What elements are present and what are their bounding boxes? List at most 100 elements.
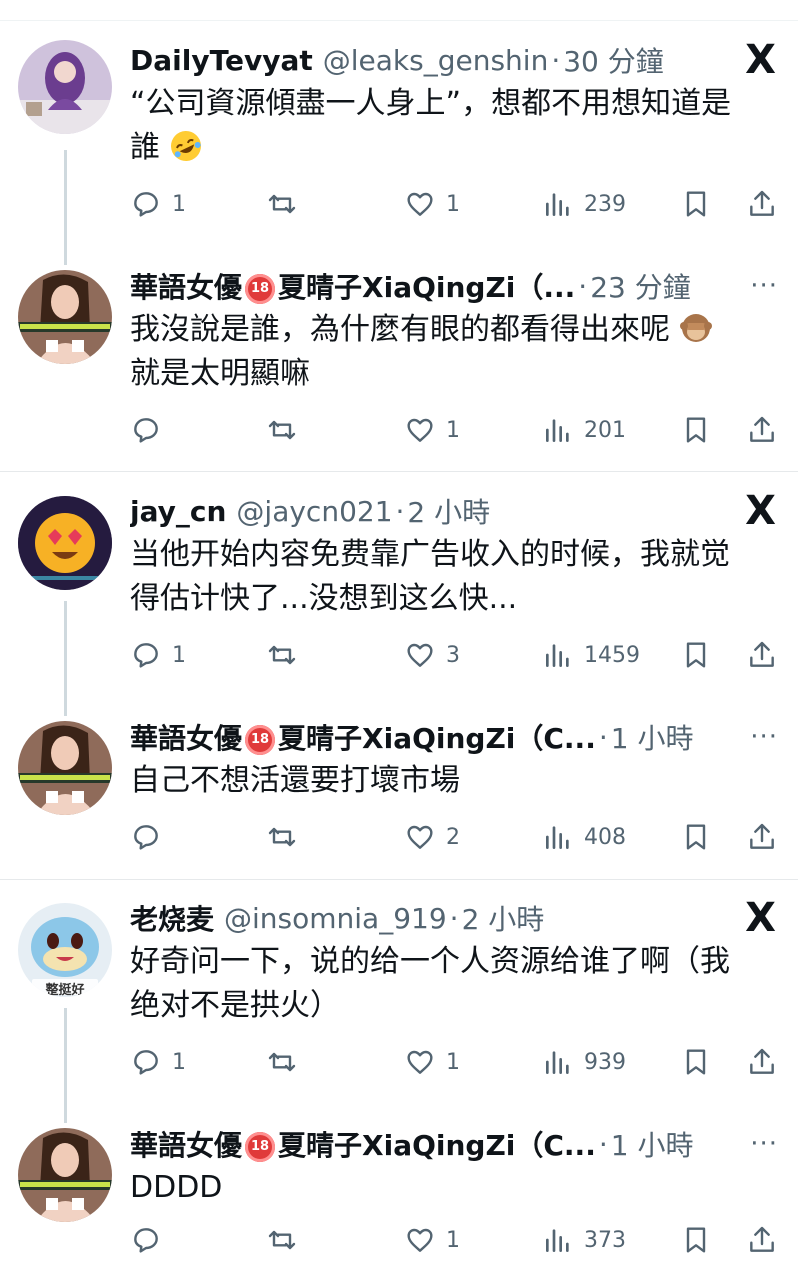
separator-dot: · [598,720,608,754]
reply-button[interactable] [130,1220,172,1260]
views-count: 1459 [584,642,640,668]
bookmark-button[interactable] [680,635,712,675]
repost-button[interactable] [266,635,308,675]
repost-icon [268,645,296,665]
timestamp[interactable]: 1 小時 [611,717,694,757]
views-icon [546,826,569,849]
x-logo-icon[interactable]: X [745,898,776,938]
top-divider [0,20,798,21]
avatar[interactable] [18,1128,112,1222]
views-button[interactable]: 239 [542,184,626,224]
like-button[interactable]: 3 [404,635,460,675]
share-button[interactable] [746,817,778,857]
separator-dot: · [598,1127,608,1161]
reply-button[interactable] [130,410,172,450]
x-logo-icon[interactable]: X [745,491,776,531]
repost-button[interactable] [266,1220,308,1260]
display-name[interactable]: 華語女優 18 夏晴子XiaQingZi（... [130,266,575,306]
display-name[interactable]: jay_cn [130,495,226,528]
avatar[interactable] [18,496,112,590]
avatar[interactable]: 整挺好 [18,903,112,997]
handle[interactable]: @leaks_genshin [323,44,549,77]
reply-button[interactable]: 1 [130,1042,186,1082]
reply-icon [134,1050,158,1075]
like-button[interactable]: 1 [404,410,460,450]
repost-button[interactable] [266,1042,308,1082]
share-icon [750,416,774,442]
thread-line [64,1008,67,1123]
reply-icon [134,825,158,850]
timestamp[interactable]: 2 小時 [407,491,490,531]
tweet-text-line-2: 就是太明顯嘛 [130,356,310,391]
reply-button[interactable]: 1 [130,184,186,224]
like-button[interactable]: 1 [404,184,460,224]
views-button[interactable]: 408 [542,817,626,857]
repost-button[interactable] [266,817,308,857]
repost-button[interactable] [266,184,308,224]
views-button[interactable]: 201 [542,410,626,450]
repost-button[interactable] [266,410,308,450]
tweet-text-line-1: “公司資源傾盡一人身上”，想都不用想知道是 [130,86,732,121]
timestamp[interactable]: 30 分鐘 [563,40,664,80]
tweet-text-line-1: 自己不想活還要打壞市場 [130,763,460,798]
views-count: 939 [584,1049,626,1075]
share-icon [750,641,774,667]
more-icon[interactable]: ··· [750,1124,778,1164]
tweet-text: 我沒說是誰，為什麼有眼的都看得出來呢 就是太明顯嘛 [130,308,768,396]
bookmark-button[interactable] [680,184,712,224]
timestamp[interactable]: 1 小時 [611,1124,694,1164]
share-icon [750,1226,774,1252]
timestamp[interactable]: 2 小時 [462,898,545,938]
reply-button[interactable] [130,817,172,857]
share-button[interactable] [746,1042,778,1082]
display-name[interactable]: 老烧麦 [130,898,214,938]
timestamp[interactable]: 23 分鐘 [590,266,691,306]
like-button[interactable]: 2 [404,817,460,857]
avatar[interactable] [18,270,112,364]
avatar[interactable] [18,40,112,134]
share-button[interactable] [746,1220,778,1260]
more-icon[interactable]: ··· [750,266,778,306]
bookmark-button[interactable] [680,817,712,857]
tweet-text-line-2: 得估计快了...没想到这么快... [130,581,518,616]
bookmark-button[interactable] [680,1220,712,1260]
like-count: 2 [446,824,460,850]
like-button[interactable]: 1 [404,1220,460,1260]
rolling-laughing-emoji-icon [170,130,202,162]
bookmark-button[interactable] [680,410,712,450]
like-count: 1 [446,191,460,217]
views-button[interactable]: 373 [542,1220,626,1260]
tweet-text-line-2: 誰 [130,130,160,165]
display-name[interactable]: DailyTevyat [130,44,313,77]
tweet-header: 老烧麦 @insomnia_919 · 2 小時 [130,898,788,938]
display-name[interactable]: 華語女優 18 夏晴子XiaQingZi（C... [130,1124,596,1164]
share-button[interactable] [746,410,778,450]
tweet-text: DDDD [130,1166,768,1210]
separator-dot: · [551,43,561,77]
tweet-actions: 1 3 1459 [130,635,780,675]
x-logo-icon[interactable]: X [745,40,776,80]
views-count: 408 [584,824,626,850]
views-button[interactable]: 1459 [542,635,640,675]
share-button[interactable] [746,635,778,675]
separator-dot: · [449,901,459,935]
separator-dot: · [395,494,405,528]
tweet-header: DailyTevyat @leaks_genshin · 30 分鐘 [130,40,788,80]
bookmark-button[interactable] [680,1042,712,1082]
handle[interactable]: @insomnia_919 [224,902,447,935]
bookmark-icon [686,642,706,668]
share-button[interactable] [746,184,778,224]
more-icon[interactable]: ··· [750,717,778,757]
handle[interactable]: @jaycn021 [236,495,392,528]
like-button[interactable]: 1 [404,1042,460,1082]
views-button[interactable]: 939 [542,1042,626,1082]
like-icon [407,1228,433,1252]
conversation-divider [0,471,798,472]
share-icon [750,1048,774,1074]
like-count: 1 [446,1227,460,1253]
avatar[interactable] [18,721,112,815]
tweet-text: “公司資源傾盡一人身上”，想都不用想知道是 誰 [130,82,768,170]
conversation-divider [0,879,798,880]
display-name[interactable]: 華語女優 18 夏晴子XiaQingZi（C... [130,717,596,757]
reply-button[interactable]: 1 [130,635,186,675]
